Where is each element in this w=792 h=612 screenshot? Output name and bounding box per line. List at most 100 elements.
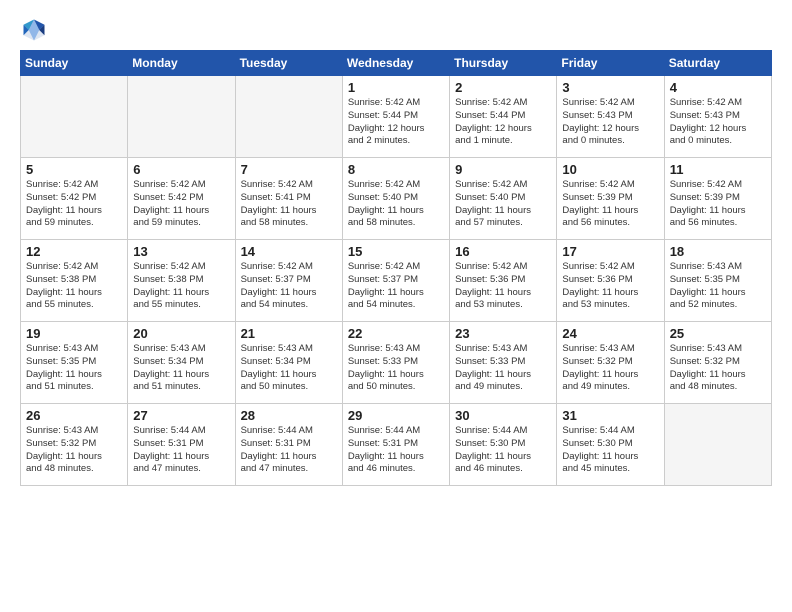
day-number: 15	[348, 244, 444, 259]
cell-content: Sunrise: 5:42 AMSunset: 5:36 PMDaylight:…	[455, 261, 551, 312]
day-number: 13	[133, 244, 229, 259]
calendar-cell: 12 Sunrise: 5:42 AMSunset: 5:38 PMDayligh…	[21, 240, 128, 322]
cell-content: Sunrise: 5:42 AMSunset: 5:39 PMDaylight:…	[562, 179, 658, 230]
cell-content: Sunrise: 5:43 AMSunset: 5:34 PMDaylight:…	[133, 343, 229, 394]
day-number: 17	[562, 244, 658, 259]
cell-content: Sunrise: 5:43 AMSunset: 5:32 PMDaylight:…	[26, 425, 122, 476]
calendar-cell	[128, 76, 235, 158]
day-number: 18	[670, 244, 766, 259]
cell-content: Sunrise: 5:42 AMSunset: 5:44 PMDaylight:…	[455, 97, 551, 148]
calendar-cell: 9 Sunrise: 5:42 AMSunset: 5:40 PMDaylight…	[450, 158, 557, 240]
day-number: 24	[562, 326, 658, 341]
calendar-cell: 3 Sunrise: 5:42 AMSunset: 5:43 PMDaylight…	[557, 76, 664, 158]
calendar-table: SundayMondayTuesdayWednesdayThursdayFrid…	[20, 50, 772, 486]
calendar-header-saturday: Saturday	[664, 51, 771, 76]
day-number: 9	[455, 162, 551, 177]
calendar-cell: 30 Sunrise: 5:44 AMSunset: 5:30 PMDayligh…	[450, 404, 557, 486]
logo-icon	[20, 16, 48, 44]
calendar-cell	[21, 76, 128, 158]
day-number: 12	[26, 244, 122, 259]
day-number: 3	[562, 80, 658, 95]
day-number: 27	[133, 408, 229, 423]
day-number: 7	[241, 162, 337, 177]
calendar-cell: 16 Sunrise: 5:42 AMSunset: 5:36 PMDayligh…	[450, 240, 557, 322]
day-number: 21	[241, 326, 337, 341]
calendar-header-wednesday: Wednesday	[342, 51, 449, 76]
cell-content: Sunrise: 5:42 AMSunset: 5:40 PMDaylight:…	[455, 179, 551, 230]
cell-content: Sunrise: 5:43 AMSunset: 5:32 PMDaylight:…	[562, 343, 658, 394]
cell-content: Sunrise: 5:42 AMSunset: 5:37 PMDaylight:…	[241, 261, 337, 312]
cell-content: Sunrise: 5:42 AMSunset: 5:43 PMDaylight:…	[670, 97, 766, 148]
day-number: 19	[26, 326, 122, 341]
calendar-cell: 15Sunrise: 5:42 AMSunset: 5:37 PMDayligh…	[342, 240, 449, 322]
day-number: 23	[455, 326, 551, 341]
cell-content: Sunrise: 5:42 AMSunset: 5:42 PMDaylight:…	[133, 179, 229, 230]
day-number: 25	[670, 326, 766, 341]
day-number: 16	[455, 244, 551, 259]
cell-content: Sunrise: 5:42 AMSunset: 5:38 PMDaylight:…	[26, 261, 122, 312]
calendar-cell: 29 Sunrise: 5:44 AMSunset: 5:31 PMDayligh…	[342, 404, 449, 486]
logo	[20, 16, 52, 44]
calendar-cell: 27Sunrise: 5:44 AMSunset: 5:31 PMDayligh…	[128, 404, 235, 486]
cell-content: Sunrise: 5:43 AMSunset: 5:33 PMDaylight:…	[348, 343, 444, 394]
calendar-cell: 18 Sunrise: 5:43 AMSunset: 5:35 PMDayligh…	[664, 240, 771, 322]
calendar-header-monday: Monday	[128, 51, 235, 76]
cell-content: Sunrise: 5:42 AMSunset: 5:41 PMDaylight:…	[241, 179, 337, 230]
day-number: 29	[348, 408, 444, 423]
day-number: 14	[241, 244, 337, 259]
day-number: 6	[133, 162, 229, 177]
calendar-cell: 13Sunrise: 5:42 AMSunset: 5:38 PMDayligh…	[128, 240, 235, 322]
calendar-cell: 22Sunrise: 5:43 AMSunset: 5:33 PMDayligh…	[342, 322, 449, 404]
cell-content: Sunrise: 5:42 AMSunset: 5:42 PMDaylight:…	[26, 179, 122, 230]
calendar-cell: 23 Sunrise: 5:43 AMSunset: 5:33 PMDayligh…	[450, 322, 557, 404]
cell-content: Sunrise: 5:42 AMSunset: 5:40 PMDaylight:…	[348, 179, 444, 230]
calendar-cell: 7 Sunrise: 5:42 AMSunset: 5:41 PMDaylight…	[235, 158, 342, 240]
day-number: 10	[562, 162, 658, 177]
calendar-header-sunday: Sunday	[21, 51, 128, 76]
cell-content: Sunrise: 5:44 AMSunset: 5:31 PMDaylight:…	[348, 425, 444, 476]
page: SundayMondayTuesdayWednesdayThursdayFrid…	[0, 0, 792, 612]
calendar-week-5: 26 Sunrise: 5:43 AMSunset: 5:32 PMDayligh…	[21, 404, 772, 486]
day-number: 5	[26, 162, 122, 177]
day-number: 20	[133, 326, 229, 341]
cell-content: Sunrise: 5:43 AMSunset: 5:35 PMDaylight:…	[670, 261, 766, 312]
calendar-cell	[664, 404, 771, 486]
calendar-cell: 19Sunrise: 5:43 AMSunset: 5:35 PMDayligh…	[21, 322, 128, 404]
calendar-header-friday: Friday	[557, 51, 664, 76]
calendar-cell: 25 Sunrise: 5:43 AMSunset: 5:32 PMDayligh…	[664, 322, 771, 404]
calendar-week-1: 1 Sunrise: 5:42 AMSunset: 5:44 PMDaylight…	[21, 76, 772, 158]
calendar-header-thursday: Thursday	[450, 51, 557, 76]
cell-content: Sunrise: 5:44 AMSunset: 5:31 PMDaylight:…	[241, 425, 337, 476]
cell-content: Sunrise: 5:43 AMSunset: 5:34 PMDaylight:…	[241, 343, 337, 394]
calendar-cell	[235, 76, 342, 158]
cell-content: Sunrise: 5:43 AMSunset: 5:32 PMDaylight:…	[670, 343, 766, 394]
calendar-week-3: 12 Sunrise: 5:42 AMSunset: 5:38 PMDayligh…	[21, 240, 772, 322]
cell-content: Sunrise: 5:42 AMSunset: 5:39 PMDaylight:…	[670, 179, 766, 230]
calendar-cell: 20 Sunrise: 5:43 AMSunset: 5:34 PMDayligh…	[128, 322, 235, 404]
calendar-cell: 8 Sunrise: 5:42 AMSunset: 5:40 PMDaylight…	[342, 158, 449, 240]
calendar-cell: 10 Sunrise: 5:42 AMSunset: 5:39 PMDayligh…	[557, 158, 664, 240]
calendar-cell: 14 Sunrise: 5:42 AMSunset: 5:37 PMDayligh…	[235, 240, 342, 322]
calendar-header-row: SundayMondayTuesdayWednesdayThursdayFrid…	[21, 51, 772, 76]
calendar-cell: 31Sunrise: 5:44 AMSunset: 5:30 PMDayligh…	[557, 404, 664, 486]
day-number: 2	[455, 80, 551, 95]
calendar-week-4: 19Sunrise: 5:43 AMSunset: 5:35 PMDayligh…	[21, 322, 772, 404]
day-number: 30	[455, 408, 551, 423]
calendar-cell: 24 Sunrise: 5:43 AMSunset: 5:32 PMDayligh…	[557, 322, 664, 404]
calendar-cell: 26 Sunrise: 5:43 AMSunset: 5:32 PMDayligh…	[21, 404, 128, 486]
cell-content: Sunrise: 5:43 AMSunset: 5:33 PMDaylight:…	[455, 343, 551, 394]
calendar-cell: 11 Sunrise: 5:42 AMSunset: 5:39 PMDayligh…	[664, 158, 771, 240]
cell-content: Sunrise: 5:44 AMSunset: 5:30 PMDaylight:…	[455, 425, 551, 476]
cell-content: Sunrise: 5:42 AMSunset: 5:43 PMDaylight:…	[562, 97, 658, 148]
cell-content: Sunrise: 5:42 AMSunset: 5:36 PMDaylight:…	[562, 261, 658, 312]
calendar-cell: 28Sunrise: 5:44 AMSunset: 5:31 PMDayligh…	[235, 404, 342, 486]
day-number: 11	[670, 162, 766, 177]
calendar-header-tuesday: Tuesday	[235, 51, 342, 76]
cell-content: Sunrise: 5:42 AMSunset: 5:44 PMDaylight:…	[348, 97, 444, 148]
day-number: 4	[670, 80, 766, 95]
calendar-cell: 5 Sunrise: 5:42 AMSunset: 5:42 PMDaylight…	[21, 158, 128, 240]
day-number: 1	[348, 80, 444, 95]
calendar-cell: 21 Sunrise: 5:43 AMSunset: 5:34 PMDayligh…	[235, 322, 342, 404]
day-number: 8	[348, 162, 444, 177]
day-number: 26	[26, 408, 122, 423]
